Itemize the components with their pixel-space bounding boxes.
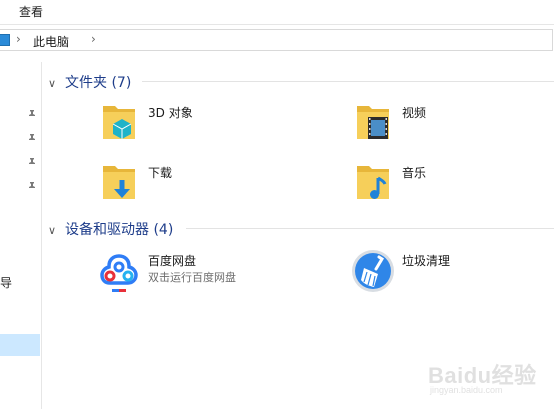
folder-downloads[interactable]: 下载 (96, 160, 316, 206)
folder-name: 3D 对象 (148, 106, 193, 120)
group-divider (186, 228, 554, 229)
tab-view[interactable]: 查看 (19, 3, 43, 20)
chevron-right-icon[interactable]: › (16, 32, 21, 46)
address-bar[interactable]: › 此电脑 › (0, 29, 553, 51)
breadcrumb-this-pc[interactable]: 此电脑 (33, 33, 69, 50)
folder-name: 下载 (148, 166, 173, 180)
ribbon-divider (0, 24, 554, 25)
drive-cleanup[interactable]: 垃圾清理 (350, 248, 554, 294)
music-folder-icon (357, 166, 389, 199)
ribbon: 查看 (0, 0, 554, 22)
pin-icon[interactable] (27, 157, 37, 167)
pin-icon[interactable] (27, 133, 37, 143)
chevron-down-icon[interactable]: ∨ (48, 77, 62, 90)
chevron-down-icon[interactable]: ∨ (48, 224, 62, 237)
cleanup-broom-icon (352, 250, 394, 292)
3d-objects-folder-icon (103, 106, 135, 139)
group-divider (142, 81, 554, 82)
drive-baidu-netdisk[interactable]: 百度网盘 双击运行百度网盘 (96, 248, 316, 294)
drive-description: 双击运行百度网盘 (148, 271, 236, 284)
group-header-folders[interactable]: ∨ 文件夹 (7) (48, 72, 131, 91)
folder-name: 音乐 (402, 166, 427, 180)
folder-videos[interactable]: 视频 (350, 100, 554, 146)
folder-3d-objects[interactable]: 3D 对象 (96, 100, 316, 146)
nav-item-partial[interactable]: 导 (0, 274, 12, 291)
downloads-folder-icon (103, 166, 135, 199)
navigation-pane: 导 (0, 62, 42, 409)
nav-item-selected[interactable] (0, 334, 40, 356)
folder-name: 视频 (402, 106, 427, 120)
baidu-netdisk-icon (97, 249, 141, 293)
folder-music[interactable]: 音乐 (350, 160, 554, 206)
group-header-devices[interactable]: ∨ 设备和驱动器 (4) (48, 219, 173, 238)
chevron-right-icon[interactable]: › (91, 32, 96, 46)
videos-folder-icon (357, 106, 389, 139)
drive-name: 垃圾清理 (402, 254, 451, 268)
this-pc-icon (0, 34, 10, 46)
baidu-jingyan-watermark: Baidu经验 jingyan.baidu.com (422, 356, 548, 402)
drive-name: 百度网盘 (148, 254, 197, 268)
pin-icon[interactable] (27, 181, 37, 191)
pin-icon[interactable] (27, 109, 37, 119)
watermark-url: jingyan.baidu.com (430, 385, 503, 395)
